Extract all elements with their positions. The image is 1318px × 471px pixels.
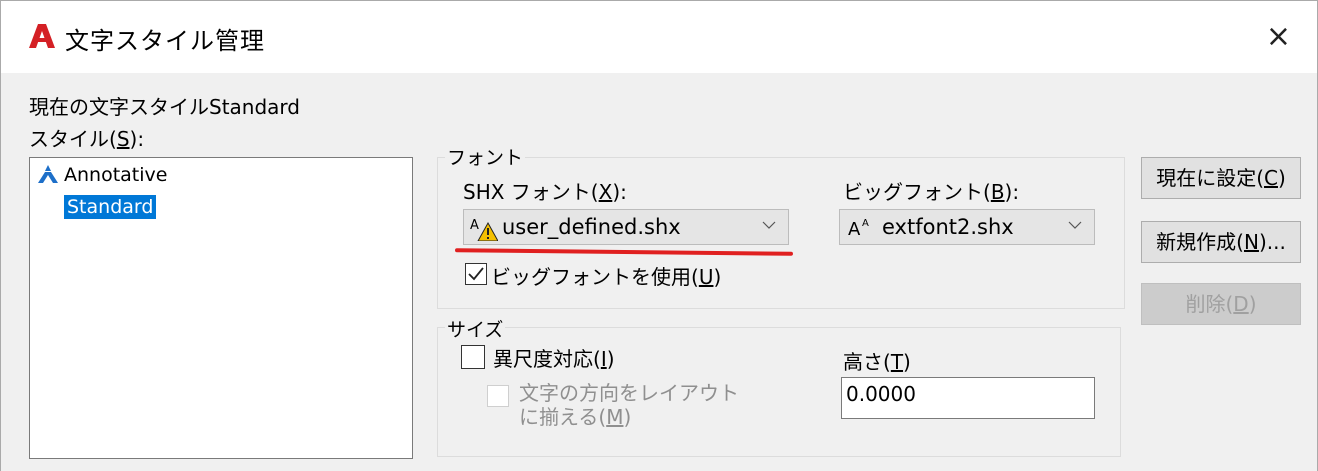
bigfont-label: ビッグフォント(B): (843, 180, 1020, 204)
svg-text:A: A (848, 219, 861, 239)
list-item-standard[interactable]: Standard (64, 195, 157, 219)
styles-label: スタイル(S): (29, 127, 145, 151)
chevron-down-icon (762, 221, 776, 229)
svg-text:A: A (862, 218, 869, 229)
match-orientation-label: 文字の方向をレイアウト に揃える(M) (519, 381, 739, 429)
delete-button[interactable]: 削除(D) (1141, 283, 1301, 325)
autocad-logo-icon (29, 24, 55, 48)
match-orientation-checkbox[interactable] (487, 385, 509, 407)
current-style-value: Standard (209, 95, 300, 119)
style-list[interactable]: Annotative Standard (29, 157, 413, 459)
use-bigfont-checkbox[interactable] (465, 263, 487, 285)
shx-font-warning-icon: A (470, 218, 498, 241)
shx-font-dropdown[interactable]: A user_defined.shx (463, 209, 789, 245)
dialog-title: 文字スタイル管理 (65, 27, 265, 55)
chevron-down-icon (1068, 221, 1082, 229)
annotative-checkbox[interactable] (461, 345, 485, 369)
bigfont-value: extfont2.shx (882, 215, 1014, 239)
annotative-label: 異尺度対応(I) (493, 347, 615, 371)
height-input[interactable]: 0.0000 (841, 377, 1095, 419)
bigfont-icon: A A (848, 218, 869, 239)
list-item-annotative[interactable]: Annotative (38, 164, 167, 186)
text-style-dialog: 文字スタイル管理 × 現在の文字スタイルStandard スタイル(S): An… (0, 0, 1318, 471)
height-value: 0.0000 (846, 382, 916, 406)
title-bar: 文字スタイル管理 × (1, 1, 1317, 73)
close-button[interactable]: × (1266, 19, 1291, 54)
shx-font-value: user_defined.shx (502, 215, 681, 239)
checkmark-icon (468, 267, 484, 281)
shx-font-label: SHX フォント(X): (463, 180, 627, 204)
svg-text:A: A (470, 218, 479, 233)
use-bigfont-label: ビッグフォントを使用(U) (491, 265, 722, 289)
bigfont-dropdown[interactable]: A A extfont2.shx (839, 209, 1095, 245)
size-group-title: サイズ (445, 315, 506, 342)
annotative-icon (38, 165, 58, 183)
font-group-title: フォント (445, 143, 526, 170)
current-style-label: 現在の文字スタイルStandard (29, 95, 300, 119)
height-label: 高さ(T) (843, 350, 911, 374)
set-current-button[interactable]: 現在に設定(C) (1141, 157, 1301, 199)
new-style-button[interactable]: 新規作成(N)... (1141, 221, 1301, 263)
